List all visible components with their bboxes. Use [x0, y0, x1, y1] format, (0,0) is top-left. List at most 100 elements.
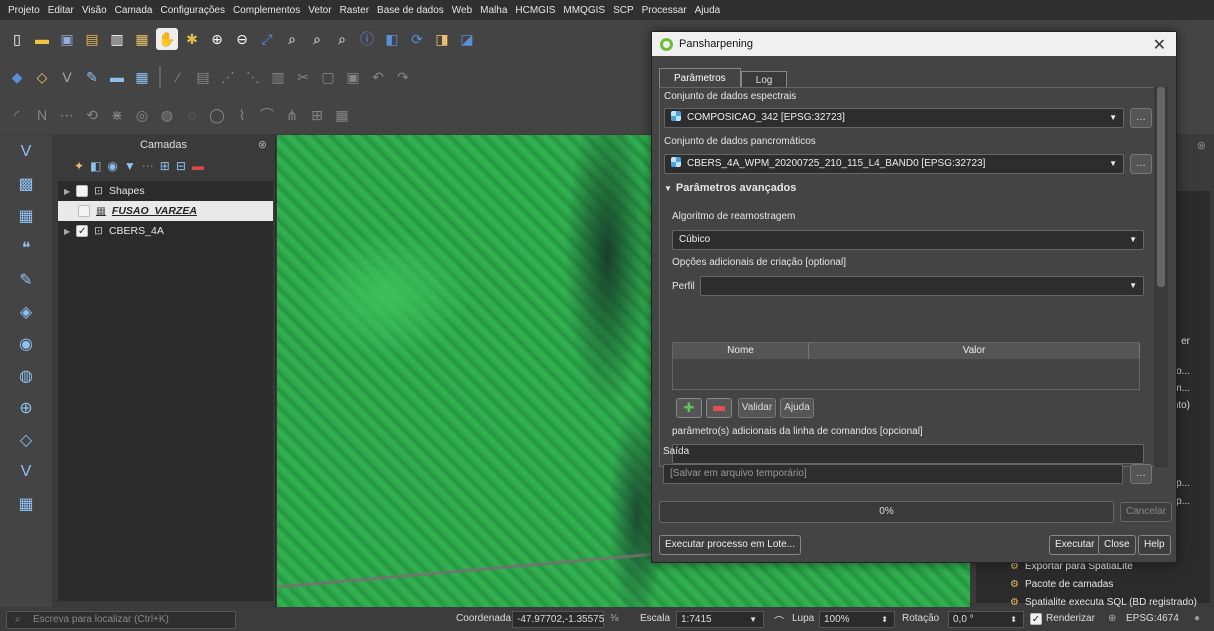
scrollbar-thumb[interactable]: [1157, 87, 1165, 287]
menu-configuracoes[interactable]: Configurações: [156, 5, 228, 16]
column-header-nome[interactable]: Nome: [673, 343, 809, 359]
expand-arrow-icon[interactable]: ▶: [64, 187, 70, 196]
extra-params-input[interactable]: [672, 444, 1144, 464]
new-project-icon[interactable]: ▯: [6, 28, 28, 50]
scale-combo[interactable]: 1:7415 ▼: [676, 611, 764, 628]
messages-icon[interactable]: ●: [1194, 613, 1200, 624]
raster-add-icon[interactable]: ▦: [131, 66, 153, 88]
layer-checkbox[interactable]: [76, 185, 89, 197]
batch-process-button[interactable]: Executar processo em Lote...: [659, 535, 802, 555]
output-file-input[interactable]: [Salvar em arquivo temporário]: [663, 464, 1123, 484]
close-panel-icon[interactable]: ⊗: [258, 138, 267, 151]
render-checkbox[interactable]: ✓: [1030, 613, 1042, 625]
collapse-all-icon[interactable]: ⊟: [176, 159, 186, 173]
delete-ring-icon[interactable]: ◯: [206, 104, 228, 126]
close-button[interactable]: Close: [1098, 535, 1136, 555]
layer-item-fusao-varzea[interactable]: ▦ FUSAO_VARZEA: [58, 201, 273, 221]
reshape-icon[interactable]: ⌇: [231, 104, 253, 126]
select-icon[interactable]: ◧: [381, 28, 403, 50]
zoom-full-icon[interactable]: ⤢: [256, 28, 278, 50]
attribute-table-icon[interactable]: ▦: [331, 104, 353, 126]
tab-log[interactable]: Log: [740, 71, 788, 88]
menu-complementos[interactable]: Complementos: [229, 5, 304, 16]
add-group-icon[interactable]: ◧: [90, 159, 101, 173]
parameters-scrollbar[interactable]: [1154, 87, 1168, 467]
add-postgis-icon[interactable]: ◉: [13, 331, 39, 357]
visibility-eye-icon[interactable]: ◉: [107, 159, 117, 173]
rotate-feature-icon[interactable]: ⟲: [81, 104, 103, 126]
annotation-icon[interactable]: ◪: [456, 28, 478, 50]
menu-editar[interactable]: Editar: [44, 5, 78, 16]
menu-scp[interactable]: SCP: [609, 5, 638, 16]
pan-combo[interactable]: CBERS_4A_WPM_20200725_210_115_L4_BAND0 […: [664, 154, 1124, 174]
vector-v-icon[interactable]: V: [56, 66, 78, 88]
creation-options-table[interactable]: Nome Valor: [672, 342, 1140, 390]
zoom-last-icon[interactable]: ⌕: [331, 28, 353, 50]
add-wfs-icon[interactable]: ⊕: [13, 395, 39, 421]
menu-base-de-dados[interactable]: Base de dados: [373, 5, 448, 16]
delete-icon[interactable]: ▥: [267, 66, 289, 88]
locator-search-input[interactable]: ⌕ Escreva para localizar (Ctrl+K): [6, 611, 236, 629]
layer-item-cbers-4a[interactable]: ▶ ✓ ⊡ CBERS_4A: [58, 221, 273, 241]
advanced-digitize-icon[interactable]: ⋯: [56, 104, 78, 126]
copy-icon[interactable]: ▢: [317, 66, 339, 88]
remove-option-button[interactable]: [706, 398, 732, 418]
save-icon[interactable]: ▣: [56, 28, 78, 50]
split-icon[interactable]: ⋔: [281, 104, 303, 126]
menu-processar[interactable]: Processar: [638, 5, 691, 16]
toolbox-item-fragment[interactable]: p...: [1176, 496, 1190, 507]
remove-layer-icon[interactable]: ▬: [192, 159, 204, 173]
layer-item-shapes[interactable]: ▶ ⊡ Shapes: [58, 181, 273, 201]
menu-mmqgis[interactable]: MMQGIS: [559, 5, 609, 16]
add-delimited-text-icon[interactable]: ❝: [13, 235, 39, 261]
snapping-icon[interactable]: ◜: [6, 104, 28, 126]
menu-camada[interactable]: Camada: [111, 5, 157, 16]
validate-button[interactable]: Validar: [738, 398, 776, 418]
crs-globe-icon[interactable]: ⊕: [1108, 613, 1116, 624]
resample-combo[interactable]: Cúbico ▼: [672, 230, 1144, 250]
pan-hand-icon[interactable]: ✋: [156, 28, 178, 50]
digitize-icon[interactable]: ⁄: [167, 66, 189, 88]
expand-all-icon[interactable]: ⊞: [160, 159, 170, 173]
profile-combo[interactable]: ▼: [700, 276, 1144, 296]
menu-hcmgis[interactable]: HCMGIS: [511, 5, 559, 16]
advanced-section-toggle[interactable]: ▼ Parâmetros avançados: [664, 182, 796, 194]
delimited-text-icon[interactable]: ▬: [106, 66, 128, 88]
layer-add-icon[interactable]: ◆: [6, 66, 28, 88]
save-edits-icon[interactable]: ▤: [192, 66, 214, 88]
options-help-button[interactable]: Ajuda: [780, 398, 814, 418]
lock-scale-icon[interactable]: ⌒: [774, 613, 784, 628]
close-icon[interactable]: ✕: [1153, 35, 1166, 55]
coordinate-field[interactable]: -47.97702,-1.35575: [512, 611, 604, 628]
menu-projeto[interactable]: Projeto: [4, 5, 44, 16]
filter-icon[interactable]: ▼: [124, 159, 136, 173]
menu-raster[interactable]: Raster: [336, 5, 373, 16]
new-print-layout-icon[interactable]: ▤: [81, 28, 103, 50]
n-tool-icon[interactable]: N: [31, 104, 53, 126]
style-manager-icon[interactable]: ▦: [131, 28, 153, 50]
refresh-icon[interactable]: ⟳: [406, 28, 428, 50]
add-ring-icon[interactable]: ◎: [131, 104, 153, 126]
rotation-spinbox[interactable]: 0,0 ° ⬍: [948, 611, 1024, 628]
crs-button[interactable]: EPSG:4674: [1126, 613, 1179, 624]
output-browse-button[interactable]: …: [1130, 464, 1152, 484]
cancel-button[interactable]: Cancelar: [1120, 502, 1173, 522]
layer-checkbox[interactable]: ✓: [76, 225, 89, 237]
add-vector-layer-icon[interactable]: V: [13, 139, 39, 165]
toolbox-item-fragment[interactable]: er: [1181, 336, 1190, 347]
help-button[interactable]: Help: [1138, 535, 1171, 555]
redo-icon[interactable]: ↷: [392, 66, 414, 88]
identify-icon[interactable]: ⓘ: [356, 28, 378, 50]
new-vector-icon[interactable]: V: [13, 459, 39, 485]
paste-icon[interactable]: ▣: [342, 66, 364, 88]
pan-to-selection-icon[interactable]: ✱: [181, 28, 203, 50]
undo-icon[interactable]: ↶: [367, 66, 389, 88]
measure-icon[interactable]: ◨: [431, 28, 453, 50]
zoom-layer-icon[interactable]: ⌕: [306, 28, 328, 50]
expand-arrow-icon[interactable]: ▶: [64, 227, 70, 236]
spectral-combo[interactable]: COMPOSICAO_342 [EPSG:32723] ▼: [664, 108, 1124, 128]
add-spatialite-icon[interactable]: ✎: [13, 267, 39, 293]
cut-icon[interactable]: ✂: [292, 66, 314, 88]
menu-visao[interactable]: Visão: [78, 5, 111, 16]
merge-icon[interactable]: ⊞: [306, 104, 328, 126]
